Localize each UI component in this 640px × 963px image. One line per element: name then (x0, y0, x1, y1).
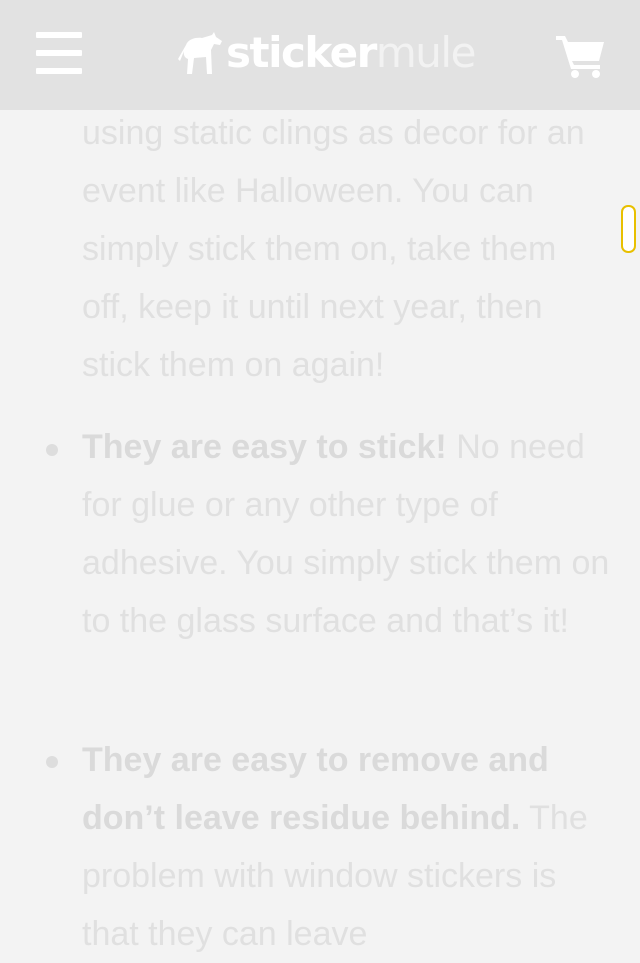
site-logo[interactable]: stickermule (178, 28, 477, 78)
mule-logo-icon (178, 32, 222, 74)
scroll-handle[interactable] (621, 205, 636, 253)
hamburger-menu-icon[interactable] (36, 32, 82, 74)
list-item: They are easy to remove and don’t leave … (82, 731, 612, 963)
article-content: using static clings as decor for an even… (0, 0, 640, 959)
list-item: They are easy to stick! No need for glue… (82, 418, 612, 650)
logo-text-sticker: sticker (226, 28, 377, 77)
article-paragraph: using static clings as decor for an even… (82, 114, 585, 384)
site-header: stickermule (0, 0, 640, 110)
logo-text-mule: mule (375, 28, 477, 77)
list-bullet (46, 444, 58, 456)
list-item-heading: They are easy to stick! (82, 428, 447, 466)
list-bullet (46, 756, 58, 768)
shopping-cart-icon[interactable] (556, 34, 606, 78)
list-item-heading: They are easy to remove and don’t leave … (82, 741, 549, 837)
